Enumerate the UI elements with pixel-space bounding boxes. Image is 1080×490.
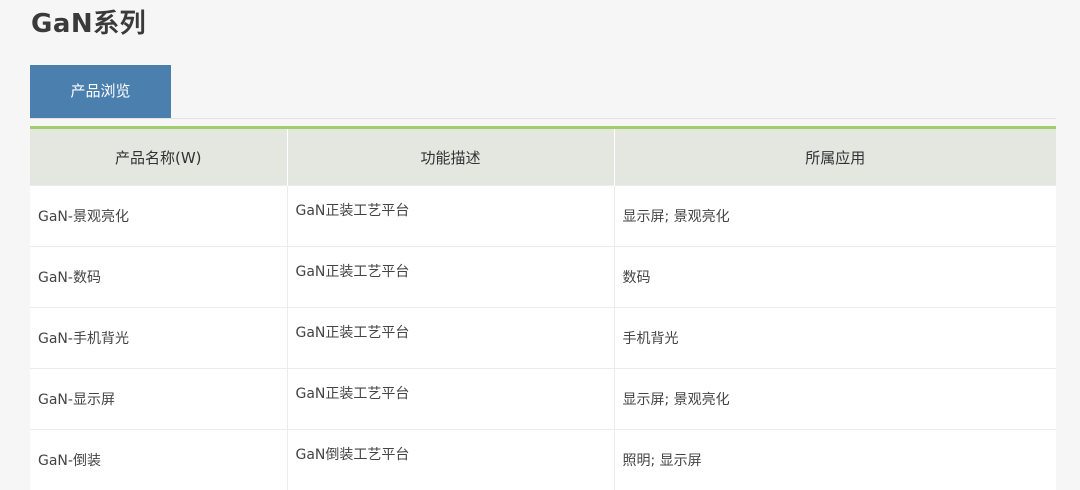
description-cell: GaN正装工艺平台 bbox=[287, 247, 614, 308]
table-row[interactable]: GaN-显示屏 GaN正装工艺平台 显示屏; 景观亮化 bbox=[30, 369, 1056, 430]
application-cell: 显示屏; 景观亮化 bbox=[614, 186, 1056, 247]
table-row[interactable]: GaN-手机背光 GaN正装工艺平台 手机背光 bbox=[30, 308, 1056, 369]
application-cell: 显示屏; 景观亮化 bbox=[614, 369, 1056, 430]
description-cell: GaN倒装工艺平台 bbox=[287, 430, 614, 490]
product-name-cell[interactable]: GaN-手机背光 bbox=[30, 308, 287, 369]
column-header-application[interactable]: 所属应用 bbox=[614, 129, 1056, 186]
table-row[interactable]: GaN-景观亮化 GaN正装工艺平台 显示屏; 景观亮化 bbox=[30, 186, 1056, 247]
product-table-container: 产品名称(W) 功能描述 所属应用 GaN-景观亮化 GaN正装工艺平台 显示屏… bbox=[30, 126, 1056, 490]
application-cell: 数码 bbox=[614, 247, 1056, 308]
table-header-row: 产品名称(W) 功能描述 所属应用 bbox=[30, 129, 1056, 186]
description-cell: GaN正装工艺平台 bbox=[287, 369, 614, 430]
product-name-cell[interactable]: GaN-景观亮化 bbox=[30, 186, 287, 247]
table-row[interactable]: GaN-倒装 GaN倒装工艺平台 照明; 显示屏 bbox=[30, 430, 1056, 490]
column-header-description[interactable]: 功能描述 bbox=[287, 129, 614, 186]
column-header-product-name[interactable]: 产品名称(W) bbox=[30, 129, 287, 186]
tab-bar: 产品浏览 bbox=[30, 65, 1056, 119]
product-name-cell[interactable]: GaN-数码 bbox=[30, 247, 287, 308]
tab-product-browse[interactable]: 产品浏览 bbox=[30, 65, 171, 118]
product-name-cell[interactable]: GaN-倒装 bbox=[30, 430, 287, 490]
table-row[interactable]: GaN-数码 GaN正装工艺平台 数码 bbox=[30, 247, 1056, 308]
description-cell: GaN正装工艺平台 bbox=[287, 186, 614, 247]
description-cell: GaN正装工艺平台 bbox=[287, 308, 614, 369]
application-cell: 手机背光 bbox=[614, 308, 1056, 369]
page-title: GaN系列 bbox=[31, 6, 146, 42]
product-name-cell[interactable]: GaN-显示屏 bbox=[30, 369, 287, 430]
application-cell: 照明; 显示屏 bbox=[614, 430, 1056, 490]
